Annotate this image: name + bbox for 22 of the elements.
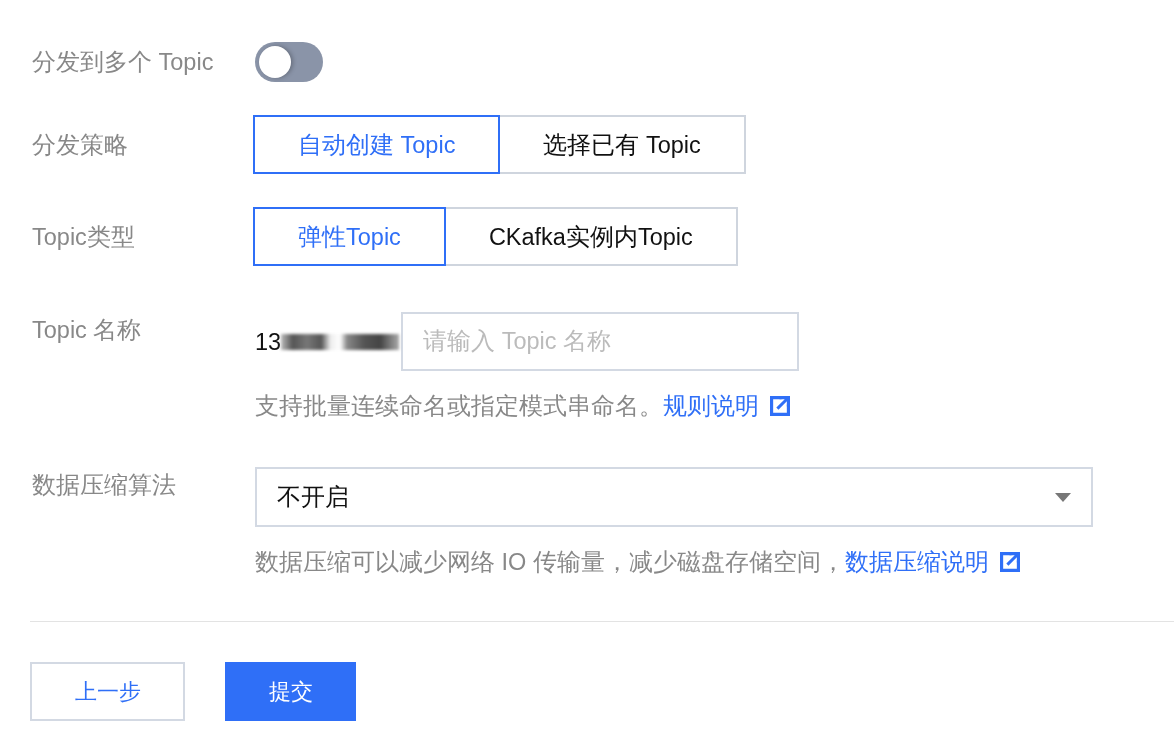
- caret-icon: [1055, 492, 1071, 502]
- help-text: 数据压缩可以减少网络 IO 传输量，减少磁盘存储空间，数据压缩说明: [255, 549, 1020, 575]
- field-label: 分发策略: [31, 130, 129, 160]
- help-link[interactable]: 规则说明: [663, 393, 790, 419]
- submit-button[interactable]: 提交: [225, 662, 356, 721]
- field-label: Topic类型: [31, 222, 136, 252]
- segment-tab[interactable]: 选择已有 Topic: [498, 115, 746, 174]
- field-label: 数据压缩算法: [31, 471, 177, 500]
- field-label: Topic 名称: [31, 316, 143, 345]
- segment-tab[interactable]: 自动创建 Topic: [253, 115, 501, 174]
- segment-tab[interactable]: 弹性Topic: [253, 207, 446, 266]
- topic-prefix-text: 13: [255, 327, 282, 357]
- input-field[interactable]: 请输入 Topic 名称: [401, 312, 800, 371]
- back-button[interactable]: 上一步: [30, 662, 185, 721]
- help-link[interactable]: 数据压缩说明: [844, 549, 1020, 575]
- toggle-switch[interactable]: [255, 42, 323, 82]
- select-field[interactable]: 不开启: [255, 467, 1093, 527]
- external-link-icon: [999, 552, 1020, 572]
- field-label: 分发到多个 Topic: [31, 48, 215, 77]
- help-text: 支持批量连续命名或指定模式串命名。规则说明: [255, 393, 790, 419]
- segment-tab[interactable]: CKafka实例内Topic: [443, 207, 738, 266]
- external-link-icon: [770, 396, 790, 416]
